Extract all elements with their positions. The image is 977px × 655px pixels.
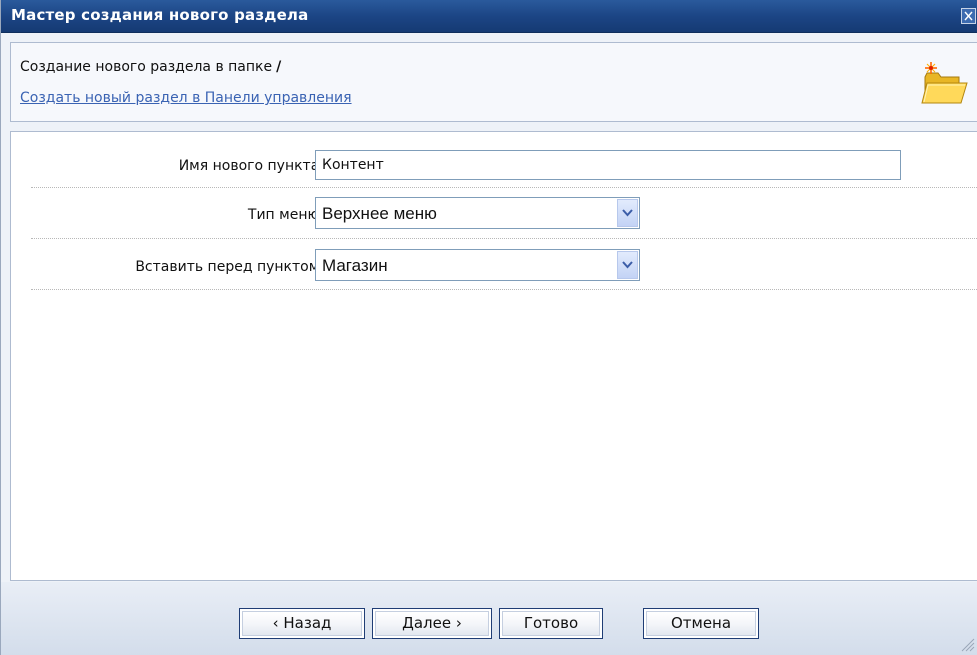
- chevron-down-icon: [622, 261, 633, 269]
- menu-type-label: Тип меню:: [247, 207, 324, 223]
- header-panel: Создание нового раздела в папке / Создать…: [10, 42, 977, 122]
- name-label: Имя нового пункта:: [178, 158, 324, 174]
- dialog-title: Мастер создания нового раздела: [11, 6, 309, 24]
- back-button[interactable]: ‹ Назад: [239, 608, 365, 639]
- header-title-text: Создание нового раздела в папке: [20, 59, 273, 75]
- done-button-label: Готово: [502, 611, 600, 636]
- menu-type-dropdown-button[interactable]: [617, 199, 638, 227]
- insert-before-value: Магазин: [322, 256, 388, 275]
- cancel-button[interactable]: Отмена: [643, 608, 759, 639]
- cancel-button-label: Отмена: [646, 611, 756, 636]
- name-input[interactable]: [315, 150, 901, 180]
- close-button[interactable]: [961, 8, 976, 24]
- form-row-name: Имя нового пункта:: [31, 132, 977, 188]
- close-icon: [964, 11, 973, 21]
- menu-type-select[interactable]: Верхнее меню: [315, 197, 640, 229]
- done-button[interactable]: Готово: [499, 608, 603, 639]
- menu-type-value: Верхнее меню: [322, 204, 437, 223]
- title-bar[interactable]: Мастер создания нового раздела: [1, 0, 977, 33]
- control-panel-link[interactable]: Создать новый раздел в Панели управления: [20, 90, 352, 106]
- wizard-dialog: Мастер создания нового раздела Создание …: [0, 0, 977, 655]
- next-button-label: Далее ›: [375, 611, 489, 636]
- insert-before-dropdown-button[interactable]: [617, 251, 638, 279]
- form-row-insert-before: Вставить перед пунктом: Магазин: [31, 238, 977, 290]
- form-row-menu-type: Тип меню: Верхнее меню: [31, 187, 977, 239]
- insert-before-select[interactable]: Магазин: [315, 249, 640, 281]
- insert-before-label: Вставить перед пунктом:: [135, 259, 324, 275]
- button-bar: ‹ Назад Далее › Готово Отмена: [1, 582, 977, 655]
- form-panel: Имя нового пункта: Тип меню: Верхнее мен…: [10, 131, 977, 581]
- folder-path: /: [276, 59, 282, 75]
- next-button[interactable]: Далее ›: [372, 608, 492, 639]
- resize-grip-icon[interactable]: [959, 636, 975, 652]
- header-title: Создание нового раздела в папке /: [20, 59, 281, 75]
- new-folder-icon: [921, 62, 968, 104]
- chevron-down-icon: [622, 209, 633, 217]
- back-button-label: ‹ Назад: [242, 611, 362, 636]
